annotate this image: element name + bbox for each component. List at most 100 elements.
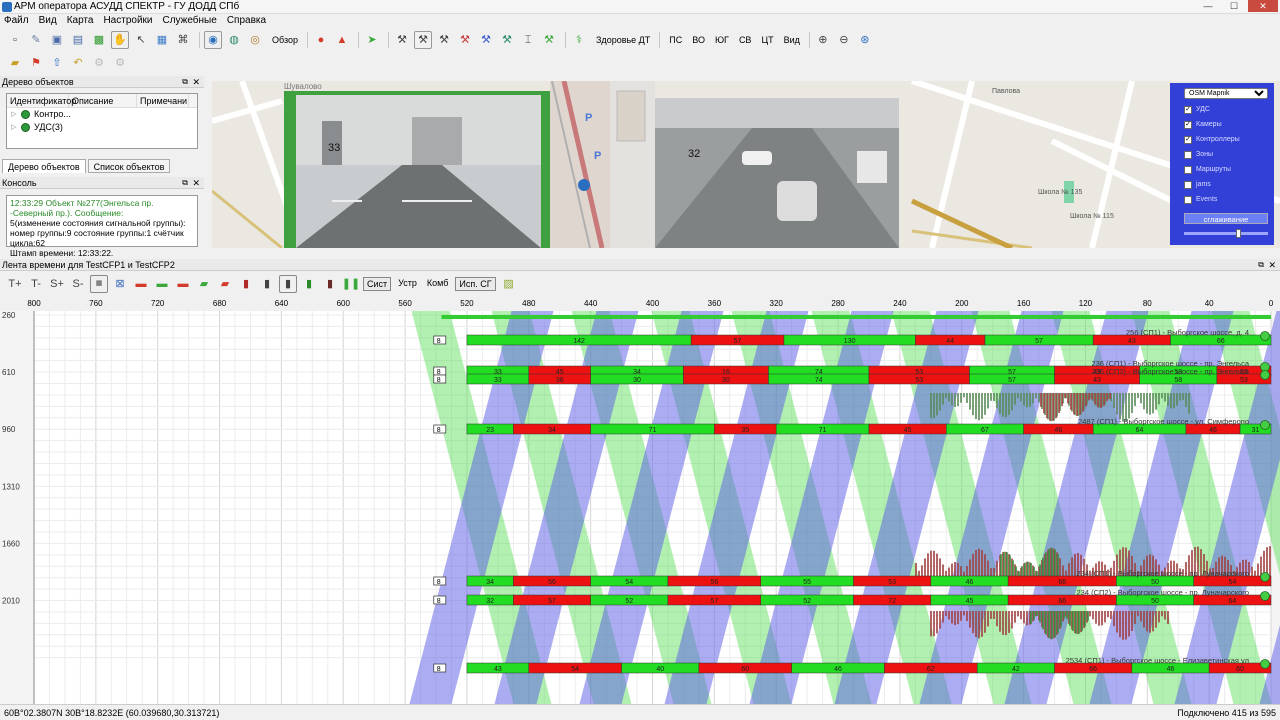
zoom-globe-icon[interactable]: ⊛ (856, 31, 874, 49)
row-status-icon[interactable] (1260, 591, 1270, 601)
checkbox-icon[interactable] (1184, 165, 1192, 174)
checkbox-icon[interactable]: ✓ (1184, 135, 1192, 144)
map-image-icon[interactable]: ▦ (153, 31, 171, 49)
tab-object-list[interactable]: Список объектов (87, 159, 171, 173)
camera-marker-icon[interactable] (578, 179, 590, 191)
phase-view-icon[interactable]: ▬ (132, 275, 150, 293)
checkbox-icon[interactable] (1184, 150, 1192, 159)
camera-view-2[interactable]: 32 (655, 98, 899, 248)
float-icon[interactable]: ⧉ (182, 76, 188, 88)
health-icon[interactable]: ⚕ (570, 31, 588, 49)
panel-close-icon[interactable]: ✕ (1268, 259, 1276, 271)
system-button[interactable]: Сист (363, 277, 392, 291)
slider-handle[interactable] (1236, 229, 1241, 238)
smoothing-button[interactable]: сглаживание (1184, 213, 1268, 224)
col-description[interactable]: Описание (69, 94, 137, 107)
view-label[interactable]: Вид (784, 35, 800, 45)
globe-network-icon[interactable]: ◍ (225, 31, 243, 49)
close-button[interactable]: ✕ (1248, 0, 1278, 12)
scale-plus-icon[interactable]: S+ (48, 275, 66, 293)
health-label[interactable]: Здоровье ДТ (596, 35, 650, 45)
histogram-icon[interactable]: ▮ (258, 275, 276, 293)
phase-merge-icon[interactable]: ▬ (174, 275, 192, 293)
zoom-out-icon[interactable]: ⊖ (835, 31, 853, 49)
checkbox-icon[interactable]: ✓ (1184, 105, 1192, 114)
camera-view-1[interactable]: 33 (284, 91, 550, 248)
tool-6-icon[interactable]: ⚒ (498, 31, 516, 49)
smoothing-slider[interactable] (1184, 229, 1268, 238)
checkbox-icon[interactable]: ✓ (1184, 120, 1192, 129)
tab-object-tree[interactable]: Дерево объектов (2, 159, 86, 173)
histogram-mixed-icon[interactable]: ▮ (321, 275, 339, 293)
float-icon[interactable]: ⧉ (1258, 259, 1264, 271)
record-icon[interactable]: ● (312, 31, 330, 49)
object-tree[interactable]: Идентификатор Описание Примечани ▷ Контро… (6, 93, 198, 149)
arrow-green-icon[interactable]: ➤ (363, 31, 381, 49)
phase-split-icon[interactable]: ▬ (153, 275, 171, 293)
overview-label[interactable]: Обзор (272, 35, 298, 45)
expand-icon[interactable]: ▷ (11, 121, 19, 134)
screen-icon[interactable]: ▩ (90, 31, 108, 49)
layer-events[interactable]: Events (1170, 192, 1274, 207)
day-ps[interactable]: ПС (669, 35, 682, 45)
save-icon[interactable]: ▣ (48, 31, 66, 49)
timeline-chart[interactable]: 2606109601310166020108 142 57 130 44 57 43 6625… (0, 311, 1280, 704)
globe-search-icon[interactable]: ◎ (246, 31, 264, 49)
gear-disabled-icon[interactable]: ⚙ (90, 54, 108, 72)
phase-green-icon[interactable]: ▰ (195, 275, 213, 293)
expand-icon[interactable]: ▷ (11, 108, 19, 121)
map-view[interactable]: P P 33 32 Шувалово Павлова Школа № 135 Ш… (212, 81, 1280, 248)
row-status-icon[interactable] (1260, 331, 1270, 341)
tree-row[interactable]: ▷ Контро... (7, 108, 197, 121)
hand-icon[interactable]: ✋ (111, 31, 129, 49)
menu-service[interactable]: Служебные (163, 14, 217, 28)
save-as-icon[interactable]: ▤ (69, 31, 87, 49)
day-yug[interactable]: ЮГ (715, 35, 729, 45)
pause-icon[interactable]: ❚❚ (342, 275, 360, 293)
menu-view[interactable]: Вид (39, 14, 57, 28)
fit-icon[interactable]: ⊠ (111, 275, 129, 293)
map-canvas[interactable]: P P 33 32 Шувалово Павлова Школа № 135 Ш… (212, 81, 1280, 248)
row-status-icon[interactable] (1260, 659, 1270, 669)
tree-row[interactable]: ▷ УДС(3) (7, 121, 197, 134)
edit-icon[interactable]: ✎ (27, 31, 45, 49)
upload-icon[interactable]: ⇧ (48, 54, 66, 72)
tool-2-icon[interactable]: ⚒ (414, 31, 432, 49)
layer-cameras[interactable]: ✓ Камеры (1170, 117, 1274, 132)
day-sv[interactable]: СВ (739, 35, 752, 45)
col-note[interactable]: Примечани (137, 94, 189, 107)
layer-uds[interactable]: ✓ УДС (1170, 102, 1274, 117)
tool-8-icon[interactable]: ⚒ (540, 31, 558, 49)
layer-jams[interactable]: jams (1170, 177, 1274, 192)
grid-toggle-icon[interactable]: ▦ (90, 275, 108, 293)
map-source-select[interactable]: OSM Mapnik (1184, 88, 1268, 99)
histogram-active-icon[interactable]: ▮ (279, 275, 297, 293)
menu-file[interactable]: Файл (4, 14, 29, 28)
menu-map[interactable]: Карта (67, 14, 94, 28)
row-status-icon[interactable] (1260, 572, 1270, 582)
device-button[interactable]: Устр (395, 277, 420, 291)
day-vo[interactable]: ВО (692, 35, 705, 45)
menu-settings[interactable]: Настройки (103, 14, 152, 28)
tool-5-icon[interactable]: ⚒ (477, 31, 495, 49)
layer-routes[interactable]: Маршруты (1170, 162, 1274, 177)
panel-close-icon[interactable]: ✕ (192, 177, 200, 189)
checkbox-icon[interactable] (1184, 195, 1192, 204)
panel-close-icon[interactable]: ✕ (192, 76, 200, 88)
minimize-button[interactable]: — (1196, 0, 1220, 12)
new-file-icon[interactable]: ▫ (6, 31, 24, 49)
time-plus-icon[interactable]: T+ (6, 275, 24, 293)
export-icon[interactable]: ▨ (500, 275, 518, 293)
day-ct[interactable]: ЦТ (761, 35, 773, 45)
menu-help[interactable]: Справка (227, 14, 266, 28)
row-status-icon[interactable] (1260, 370, 1270, 380)
checkbox-icon[interactable] (1184, 180, 1192, 189)
time-minus-icon[interactable]: T- (27, 275, 45, 293)
console-log[interactable]: 12:33:29 Объект №277(Энгельса пр. -Север… (6, 195, 198, 258)
folder-icon[interactable]: ▰ (6, 54, 24, 72)
globe-icon[interactable]: ◉ (204, 31, 222, 49)
layer-zones[interactable]: Зоны (1170, 147, 1274, 162)
tool-7-icon[interactable]: ⌶ (519, 31, 537, 49)
exec-sg-button[interactable]: Исп. СГ (455, 277, 496, 291)
maximize-button[interactable]: ☐ (1222, 0, 1246, 12)
